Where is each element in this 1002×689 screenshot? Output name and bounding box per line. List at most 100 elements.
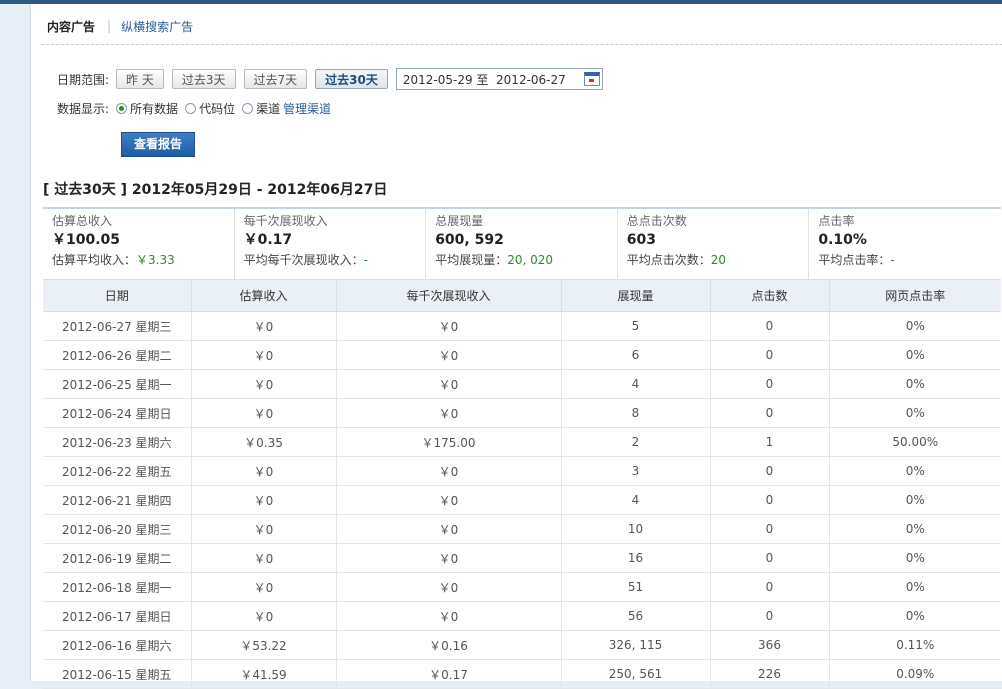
stat-title: 总展现量	[435, 214, 484, 228]
cell-date: 2012-06-18 星期一	[43, 572, 192, 602]
table-row: 2012-06-27 星期三 ￥0 ￥0 5 0 0%	[43, 311, 1001, 341]
cell-clicks: 0	[710, 485, 830, 515]
stat-ctr: 点击率 0.10% 平均点击率：-	[809, 209, 1001, 281]
stat-title: 总点击次数	[626, 214, 687, 228]
column-header-revenue[interactable]: 估算收入	[191, 279, 337, 312]
table-row: 2012-06-21 星期四 ￥0 ￥0 4 0 0%	[43, 485, 1001, 515]
cell-rpm: ￥175.00	[336, 427, 562, 457]
stat-estimated-revenue: 估算总收入 ￥100.05 估算平均收入：￥3.33	[43, 209, 235, 281]
cell-ctr: 50.00%	[829, 427, 1001, 457]
cell-clicks: 0	[710, 514, 830, 544]
cell-impressions: 10	[561, 514, 711, 544]
stat-average: 平均每千次展现收入：-	[243, 253, 368, 267]
date-range-input[interactable]: 2012-05-29 至 2012-06-27	[395, 68, 603, 90]
stat-average: 平均点击率：-	[818, 253, 895, 267]
table-row: 2012-06-17 星期日 ￥0 ￥0 56 0 0%	[43, 601, 1001, 631]
radio-selected-icon[interactable]	[116, 102, 128, 114]
cell-ctr: 0%	[829, 456, 1001, 486]
table-row: 2012-06-24 星期日 ￥0 ￥0 8 0 0%	[43, 398, 1001, 428]
cell-ctr: 0%	[829, 311, 1001, 341]
cell-clicks: 0	[710, 601, 830, 631]
range-7days-button[interactable]: 过去7天	[243, 69, 308, 89]
stat-value: ￥100.05	[52, 232, 121, 248]
radio-icon[interactable]	[242, 102, 254, 114]
stat-value: 0.10%	[818, 232, 867, 248]
cell-revenue: ￥41.59	[191, 659, 337, 689]
stat-rpm: 每千次展现收入 ￥0.17 平均每千次展现收入：-	[235, 209, 427, 281]
tabs-divider	[41, 44, 1002, 45]
cell-impressions: 2	[561, 427, 711, 457]
cell-impressions: 6	[561, 340, 711, 370]
cell-impressions: 5	[561, 311, 711, 341]
cell-clicks: 0	[710, 311, 830, 341]
stat-impressions: 总展现量 600, 592 平均展现量：20, 020	[426, 209, 618, 281]
cell-ctr: 0.11%	[829, 630, 1001, 660]
stat-value: 603	[626, 232, 657, 248]
cell-ctr: 0%	[829, 398, 1001, 428]
cell-ctr: 0%	[829, 572, 1001, 602]
cell-date: 2012-06-16 星期六	[43, 630, 192, 660]
cell-date: 2012-06-20 星期三	[43, 514, 192, 544]
table-row: 2012-06-20 星期三 ￥0 ￥0 10 0 0%	[43, 514, 1001, 544]
cell-date: 2012-06-21 星期四	[43, 485, 192, 515]
cell-clicks: 0	[710, 398, 830, 428]
column-header-clicks[interactable]: 点击数	[710, 279, 830, 312]
cell-date: 2012-06-24 星期日	[43, 398, 192, 428]
cell-date: 2012-06-26 星期二	[43, 340, 192, 370]
tab-search-ads[interactable]: 纵横搜索广告	[121, 18, 193, 35]
cell-revenue: ￥53.22	[191, 630, 337, 660]
table-header-row: 日期 估算收入 每千次展现收入 展现量 点击数 网页点击率	[43, 279, 1001, 312]
tab-separator: |	[107, 19, 112, 33]
cell-revenue: ￥0	[191, 485, 337, 515]
stat-title: 估算总收入	[52, 214, 113, 228]
cell-date: 2012-06-25 星期一	[43, 369, 192, 399]
radio-icon[interactable]	[185, 102, 197, 114]
column-header-date[interactable]: 日期	[43, 279, 192, 312]
radio-all-data-label: 所有数据	[130, 101, 179, 116]
column-header-impressions[interactable]: 展现量	[561, 279, 711, 312]
cell-impressions: 16	[561, 543, 711, 573]
column-header-rpm[interactable]: 每千次展现收入	[336, 279, 562, 312]
cell-rpm: ￥0	[336, 572, 562, 602]
stat-title: 点击率	[818, 214, 855, 228]
cell-impressions: 326, 115	[561, 630, 711, 660]
stat-title: 每千次展现收入	[243, 214, 328, 228]
cell-ctr: 0.09%	[829, 659, 1001, 689]
cell-revenue: ￥0	[191, 456, 337, 486]
range-30days-button[interactable]: 过去30天	[315, 69, 388, 89]
column-header-ctr[interactable]: 网页点击率	[829, 279, 1001, 312]
cell-impressions: 3	[561, 456, 711, 486]
cell-clicks: 0	[710, 369, 830, 399]
cell-rpm: ￥0	[336, 311, 562, 341]
summary-stats: 估算总收入 ￥100.05 估算平均收入：￥3.33 每千次展现收入 ￥0.17…	[43, 207, 1001, 281]
stat-value: 600, 592	[435, 232, 504, 248]
cell-revenue: ￥0	[191, 514, 337, 544]
view-report-button[interactable]: 查看报告	[121, 132, 195, 157]
cell-rpm: ￥0	[336, 601, 562, 631]
cell-clicks: 1	[710, 427, 830, 457]
range-yesterday-button[interactable]: 昨 天	[116, 69, 164, 89]
cell-rpm: ￥0	[336, 514, 562, 544]
cell-date: 2012-06-19 星期二	[43, 543, 192, 573]
calendar-icon[interactable]	[583, 72, 600, 86]
table-row: 2012-06-16 星期六 ￥53.22 ￥0.16 326, 115 366 0.11…	[43, 630, 1001, 660]
cell-date: 2012-06-17 星期日	[43, 601, 192, 631]
tab-content-ads[interactable]: 内容广告	[47, 18, 95, 35]
stat-value: ￥0.17	[243, 232, 293, 248]
radio-ad-slot[interactable]: 代码位	[185, 100, 235, 117]
cell-rpm: ￥0	[336, 485, 562, 515]
cell-clicks: 0	[710, 572, 830, 602]
radio-all-data[interactable]: 所有数据	[116, 100, 178, 117]
daily-report-table: 日期 估算收入 每千次展现收入 展现量 点击数 网页点击率 2012-06-27…	[43, 279, 1001, 689]
manage-channels-link[interactable]: 管理渠道	[283, 100, 331, 117]
cell-revenue: ￥0.35	[191, 427, 337, 457]
cell-ctr: 0%	[829, 369, 1001, 399]
cell-revenue: ￥0	[191, 543, 337, 573]
radio-channel[interactable]: 渠道 管理渠道	[242, 100, 331, 117]
range-3days-button[interactable]: 过去3天	[171, 69, 236, 89]
cell-clicks: 0	[710, 456, 830, 486]
stat-average: 估算平均收入：￥3.33	[52, 253, 175, 267]
cell-date: 2012-06-15 星期五	[43, 659, 192, 689]
table-row: 2012-06-19 星期二 ￥0 ￥0 16 0 0%	[43, 543, 1001, 573]
stat-clicks: 总点击次数 603 平均点击次数：20	[618, 209, 810, 281]
